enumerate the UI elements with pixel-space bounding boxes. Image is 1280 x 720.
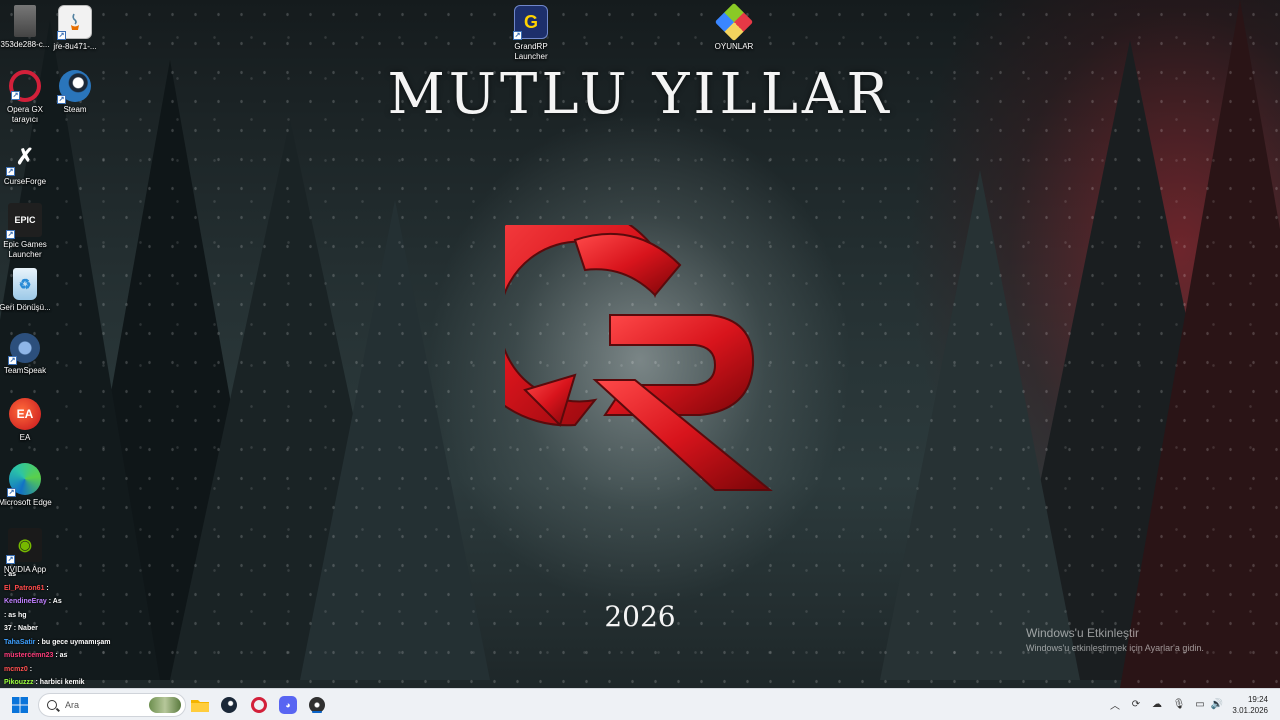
shortcut-arrow-icon: ↗ <box>57 31 66 40</box>
desktop-icon-label: Epic Games Launcher <box>3 240 47 259</box>
desktop-icon-label: 353de288-c... <box>0 40 50 49</box>
taskbar-opera-gx[interactable] <box>249 695 269 715</box>
shortcut-arrow-icon: ↗ <box>8 356 17 365</box>
microphone-icon[interactable]: 🎙 <box>1172 697 1186 711</box>
search-placeholder: Ara <box>65 700 80 710</box>
ea-icon: EA <box>9 398 41 430</box>
opera-gx-icon <box>251 697 267 713</box>
desktop-icon-label: Microsoft Edge <box>0 498 52 507</box>
desktop-icon-teamspeak[interactable]: ↗ TeamSpeak <box>0 333 55 376</box>
volume-icon[interactable]: 🔊 <box>1210 697 1224 711</box>
desktop-icon-label: Steam <box>63 105 87 114</box>
folder-icon <box>714 2 754 42</box>
desktop-icon-epic-games[interactable]: EPIC ↗ Epic Games Launcher <box>0 203 55 260</box>
shortcut-arrow-icon: ↗ <box>6 167 15 176</box>
shortcut-arrow-icon: ↗ <box>57 95 66 104</box>
teamspeak-icon: ↗ <box>8 333 40 365</box>
shortcut-arrow-icon: ↗ <box>513 31 522 40</box>
chat-message: 37 : Naber <box>4 625 38 632</box>
chat-message: El_Patron61 : <box>4 584 49 592</box>
grandrp-icon: G ↗ <box>513 5 548 40</box>
taskbar-discord[interactable]: ◕ <box>278 695 298 715</box>
desktop-icon-label: EA <box>19 433 31 442</box>
windows-logo-icon <box>12 697 28 713</box>
system-clock[interactable]: 19:24 3.01.2026 <box>1232 694 1268 716</box>
wallpaper-title: MUTLU YILLAR <box>387 62 893 127</box>
shortcut-arrow-icon: ↗ <box>11 91 20 100</box>
desktop-icon-label: TeamSpeak <box>3 366 47 375</box>
search-highlight-image <box>149 697 181 713</box>
search-icon <box>47 700 57 710</box>
file-icon <box>14 5 36 37</box>
desktop-icon-ea[interactable]: EA EA <box>0 398 55 443</box>
edge-icon: ↗ <box>7 463 41 497</box>
start-button[interactable] <box>10 695 30 715</box>
discord-icon: ◕ <box>279 696 297 714</box>
show-hidden-icons-chevron-icon[interactable]: ︿ <box>1108 697 1122 712</box>
nvidia-icon: ◉ ↗ <box>6 528 42 564</box>
taskbar-obs[interactable] <box>307 695 327 715</box>
desktop-icon-microsoft-edge[interactable]: ↗ Microsoft Edge <box>0 463 55 508</box>
sync-icon[interactable]: ⟳ <box>1129 697 1143 711</box>
java-icon: ↗ <box>57 5 92 40</box>
clock-time: 19:24 <box>1247 695 1268 704</box>
desktop-icon-java-installer[interactable]: ↗ jre-8u471-... <box>45 5 105 52</box>
taskbar-search[interactable]: Ara <box>38 693 186 717</box>
taskbar: Ara ◕ ︿ ⟳ ☁ 🎙 ▭ 🔊 19:24 3.01.2026 <box>0 688 1280 720</box>
shortcut-arrow-icon: ↗ <box>7 488 16 497</box>
taskbar-steam[interactable] <box>219 695 239 715</box>
desktop-icon-grandrp-launcher[interactable]: G ↗ GrandRP Launcher <box>501 5 561 62</box>
desktop-icon-label: Geri Dönüşü... <box>0 303 51 312</box>
chat-message: mustercemn23 : as <box>4 652 68 659</box>
file-explorer-icon <box>191 700 209 712</box>
clock-date: 3.01.2026 <box>1232 706 1268 715</box>
active-app-indicator <box>312 711 322 713</box>
shortcut-arrow-icon: ↗ <box>6 230 15 239</box>
taskbar-file-explorer[interactable] <box>190 695 210 715</box>
opera-gx-icon: ↗ <box>9 70 41 102</box>
display-icon[interactable]: ▭ <box>1193 697 1207 711</box>
activation-subtitle: Windows'u etkinleştirmek için Ayarlar'a … <box>1026 643 1204 653</box>
desktop-icon-label: jre-8u471-... <box>53 42 97 51</box>
desktop-icon-label: GrandRP Launcher <box>514 42 548 61</box>
chat-message: TahaSatir : bu gece uymamışam <box>4 638 111 646</box>
curseforge-icon: ✗ ↗ <box>6 144 35 176</box>
recycle-bin-icon: ♻ <box>13 268 37 300</box>
desktop-icon-label: OYUNLAR <box>714 42 754 51</box>
chat-message: mcmz0 : <box>4 665 33 673</box>
windows-activation-watermark: Windows'u Etkinleştir Windows'u etkinleş… <box>1026 626 1204 653</box>
steam-icon: ↗ <box>57 70 91 104</box>
desktop-icon-recycle-bin[interactable]: ♻ Geri Dönüşü... <box>0 268 55 313</box>
stream-chat-overlay: : as El_Patron61 : KendineEray : As : as… <box>4 568 164 690</box>
desktop-icon-oyunlar[interactable]: OYUNLAR <box>704 2 764 52</box>
chat-message: : as <box>4 571 17 578</box>
activation-title: Windows'u Etkinleştir <box>1026 626 1139 640</box>
chat-message: : as hg <box>4 611 27 619</box>
desktop-icon-label: CurseForge <box>3 177 47 186</box>
desktop-icon-steam[interactable]: ↗ Steam <box>45 70 105 115</box>
shortcut-arrow-icon: ↗ <box>6 555 15 564</box>
gr-logo <box>505 225 773 491</box>
chat-message: KendineEray : As <box>4 598 62 605</box>
epic-games-icon: EPIC ↗ <box>6 203 42 239</box>
desktop-icon-curseforge[interactable]: ✗ ↗ CurseForge <box>0 140 55 187</box>
network-cloud-icon[interactable]: ☁ <box>1150 697 1164 711</box>
desktop-wallpaper: MUTLU YILLAR 2026 <box>0 0 1280 688</box>
steam-icon <box>221 697 237 713</box>
